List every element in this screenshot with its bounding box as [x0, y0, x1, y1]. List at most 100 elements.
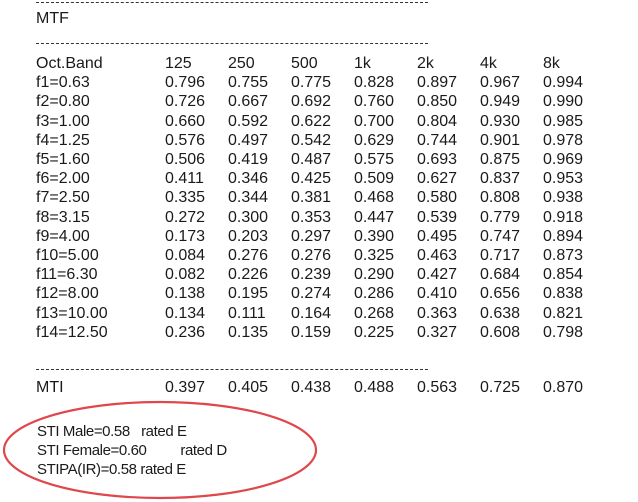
table-row-value: 0.506 [165, 151, 206, 169]
table-row-value: 0.804 [417, 112, 458, 130]
table-row-label: f5=1.60 [36, 151, 90, 169]
top-divider [36, 2, 428, 3]
table-row-value: 0.953 [543, 170, 584, 188]
table-row-value: 0.410 [417, 285, 458, 303]
table-row-label: f12=8.00 [36, 285, 99, 303]
table-row-value: 0.978 [543, 131, 584, 149]
table-row-value: 0.808 [480, 189, 521, 207]
table-row-value: 0.497 [228, 131, 269, 149]
table-header-value: 125 [165, 55, 192, 72]
table-row: f10=5.00 0.084 0.276 0.276 0.325 0.463 0.717 0.… [36, 246, 606, 265]
table-row-value: 0.873 [543, 247, 584, 265]
table-row-value: 0.447 [354, 208, 395, 226]
table-row-value: 0.509 [354, 170, 395, 188]
table-row-value: 0.638 [480, 304, 521, 322]
table-row-label: f10=5.00 [36, 247, 99, 265]
sti-male-result: STI Male=0.58 rated E [37, 423, 187, 440]
table-row: f8=3.15 0.272 0.300 0.353 0.447 0.539 0.779 0.9… [36, 208, 606, 227]
table-row-value: 0.539 [417, 208, 458, 226]
table-row-label: f2=0.80 [36, 93, 90, 111]
table-header-value: 4k [480, 55, 497, 72]
table-row-value: 0.111 [228, 304, 266, 322]
table-row-value: 0.427 [417, 266, 458, 284]
table-row-value: 0.726 [165, 93, 206, 111]
table-row-value: 0.164 [291, 304, 332, 322]
table-row-value: 0.327 [417, 323, 458, 341]
table-row-value: 0.969 [543, 151, 584, 169]
section-title: MTF [36, 10, 69, 27]
table-row-value: 0.274 [291, 285, 332, 303]
table-row-value: 0.693 [417, 151, 458, 169]
table-row-value: 0.622 [291, 112, 332, 130]
table-row-label: f6=2.00 [36, 170, 90, 188]
table-row-value: 0.994 [543, 74, 584, 92]
table-row: f2=0.80 0.726 0.667 0.692 0.760 0.850 0.949 0.9… [36, 92, 606, 111]
table-row-value: 0.297 [291, 227, 332, 245]
table-row-value: 0.390 [354, 227, 395, 245]
table-row-label: f11=6.30 [36, 266, 98, 284]
table-row-value: 0.381 [291, 189, 332, 207]
table-row: f13=10.00 0.134 0.111 0.164 0.268 0.363 0.638 0… [36, 304, 606, 323]
table-row-value: 0.344 [228, 189, 269, 207]
table-row-value: 0.755 [228, 74, 269, 92]
table-row-value: 0.838 [543, 285, 584, 303]
table-row-value: 0.660 [165, 112, 206, 130]
table-row-value: 0.135 [228, 323, 269, 341]
table-row-value: 0.239 [291, 266, 332, 284]
table-row-value: 0.353 [291, 208, 332, 226]
table-row-value: 0.419 [228, 151, 269, 169]
table-row-value: 0.608 [480, 323, 521, 341]
table-row-value: 0.195 [228, 285, 269, 303]
table-row-value: 0.627 [417, 170, 458, 188]
table-header-label: Oct.Band [36, 55, 103, 72]
table-row-label: f14=12.50 [36, 323, 108, 341]
table-row-value: 0.897 [417, 74, 458, 92]
table-row-value: 0.580 [417, 189, 458, 207]
table-row-value: 0.700 [354, 112, 395, 130]
table-row-value: 0.576 [165, 131, 206, 149]
table-row-label: f4=1.25 [36, 131, 90, 149]
mti-value: 0.563 [417, 379, 458, 396]
table-row-value: 0.495 [417, 227, 458, 245]
table-row-value: 0.798 [543, 323, 584, 341]
mti-divider [36, 369, 428, 370]
table-row-value: 0.684 [480, 266, 521, 284]
table-row-value: 0.226 [228, 266, 269, 284]
table-row: f5=1.60 0.506 0.419 0.487 0.575 0.693 0.875 0.9… [36, 150, 606, 169]
table-row-value: 0.717 [480, 247, 521, 265]
table-row-value: 0.272 [165, 208, 206, 226]
table-row-value: 0.938 [543, 189, 584, 207]
table-row: f9=4.00 0.173 0.203 0.297 0.390 0.495 0.747 0.8… [36, 227, 606, 246]
table-row-value: 0.290 [354, 266, 395, 284]
table-row-value: 0.629 [354, 131, 395, 149]
mti-value: 0.725 [480, 379, 521, 396]
stipa-result: STIPA(IR)=0.58 rated E [37, 461, 186, 478]
table-row-value: 0.967 [480, 74, 521, 92]
table-row-value: 0.325 [354, 247, 395, 265]
table-row-value: 0.894 [543, 227, 584, 245]
table-row-value: 0.411 [165, 170, 204, 188]
table-row-value: 0.468 [354, 189, 395, 207]
table-row: f12=8.00 0.138 0.195 0.274 0.286 0.410 0.656 0.… [36, 284, 606, 303]
table-row-value: 0.667 [228, 93, 269, 111]
table-row-value: 0.363 [417, 304, 458, 322]
table-row-value: 0.335 [165, 189, 206, 207]
table-row-value: 0.268 [354, 304, 395, 322]
table-row: f3=1.00 0.660 0.592 0.622 0.700 0.804 0.930 0.9… [36, 112, 606, 131]
table-row-value: 0.300 [228, 208, 269, 226]
table-row-value: 0.930 [480, 112, 521, 130]
table-row-value: 0.138 [165, 285, 206, 303]
table-row-label: f9=4.00 [36, 227, 90, 245]
table-row-value: 0.744 [417, 131, 458, 149]
table-row-value: 0.236 [165, 323, 206, 341]
table-row: f11=6.30 0.082 0.226 0.239 0.290 0.427 0.684 0.… [36, 265, 606, 284]
table-header-value: 500 [291, 55, 318, 72]
table-row: f7=2.50 0.335 0.344 0.381 0.468 0.580 0.808 0.9… [36, 188, 606, 207]
table-row-value: 0.286 [354, 285, 395, 303]
table-row: f4=1.25 0.576 0.497 0.542 0.629 0.744 0.901 0.9… [36, 131, 606, 150]
table-row: f14=12.50 0.236 0.135 0.159 0.225 0.327 0.608 0… [36, 323, 606, 342]
table-row: f6=2.00 0.411 0.346 0.425 0.509 0.627 0.837 0.9… [36, 169, 606, 188]
table-row-value: 0.575 [354, 151, 395, 169]
mti-value: 0.870 [543, 379, 584, 396]
header-divider [36, 43, 428, 44]
